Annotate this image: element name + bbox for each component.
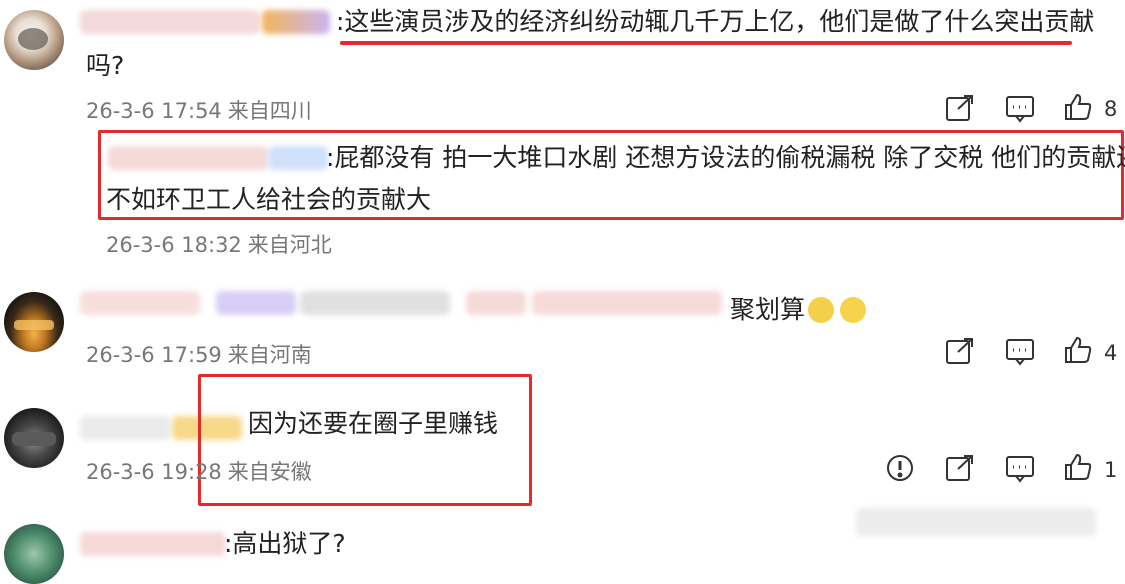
comment-meta: 26-3-6 17:59 来自河南 [86,339,318,369]
username-blurred[interactable] [80,10,260,34]
like-count: 8 [1104,97,1118,121]
like-count: 4 [1104,341,1118,365]
watermark-blurred [856,508,1096,536]
comment-date: 26-3-6 17:59 [86,343,222,367]
comment-location: 来自安徽 [227,460,312,484]
text-blurred [466,291,526,315]
report-icon[interactable] [884,453,916,483]
username-blurred[interactable] [108,146,268,170]
comment-text: :高出狱了? [224,529,346,558]
username-blurred[interactable] [80,416,170,440]
badge-blurred [262,10,330,34]
comment-date: 26-3-6 17:54 [86,99,222,123]
text-blurred [532,291,722,315]
comment-icon[interactable] [1004,453,1036,483]
comment-location: 来自四川 [227,99,312,123]
text-blurred [216,291,296,315]
share-icon[interactable] [944,453,976,483]
reply-meta: 26-3-6 18:32 来自河北 [106,229,338,259]
comment-date: 26-3-6 19:28 [86,460,222,484]
comment-icon[interactable] [1004,336,1036,366]
username-blurred[interactable] [80,291,200,315]
share-icon[interactable] [944,336,976,366]
comment-meta: 26-3-6 17:54 来自四川 [86,95,318,125]
badge-blurred [268,146,328,170]
username-blurred[interactable] [80,532,226,556]
avatar[interactable] [4,292,64,352]
thumbs-up-icon[interactable] [1062,452,1094,482]
comment-text: 因为还要在圈子里赚钱 [248,409,499,438]
avatar[interactable] [4,408,64,468]
cat-emoji-icon [808,297,834,323]
avatar[interactable] [4,524,64,584]
thumbs-up-icon[interactable] [1062,335,1094,365]
cry-emoji-icon [840,297,866,323]
comment-text: 聚划算 [730,295,806,324]
reply-text: :屁都没有 拍一大堆口水剧 还想方设法的偷税漏税 除了交税 他们的贡献还 [326,143,1125,172]
highlight-underline [340,41,1072,45]
avatar[interactable] [4,10,64,70]
like-count: 1 [1104,458,1118,482]
comment-text: :这些演员涉及的经济纠纷动辄几千万上亿，他们是做了什么突出贡献 [336,7,1095,36]
thumbs-up-icon[interactable] [1062,92,1094,122]
comment-icon[interactable] [1004,93,1036,123]
reply-text-continued: 不如环卫工人给社会的贡献大 [106,185,432,214]
comment-text-continued: 吗? [86,51,125,80]
share-icon[interactable] [944,93,976,123]
reply-location: 来自河北 [247,233,332,257]
comment-meta: 26-3-6 19:28 来自安徽 [86,456,318,486]
reply-date: 26-3-6 18:32 [106,233,242,257]
comment-location: 来自河南 [227,343,312,367]
text-blurred [300,291,450,315]
